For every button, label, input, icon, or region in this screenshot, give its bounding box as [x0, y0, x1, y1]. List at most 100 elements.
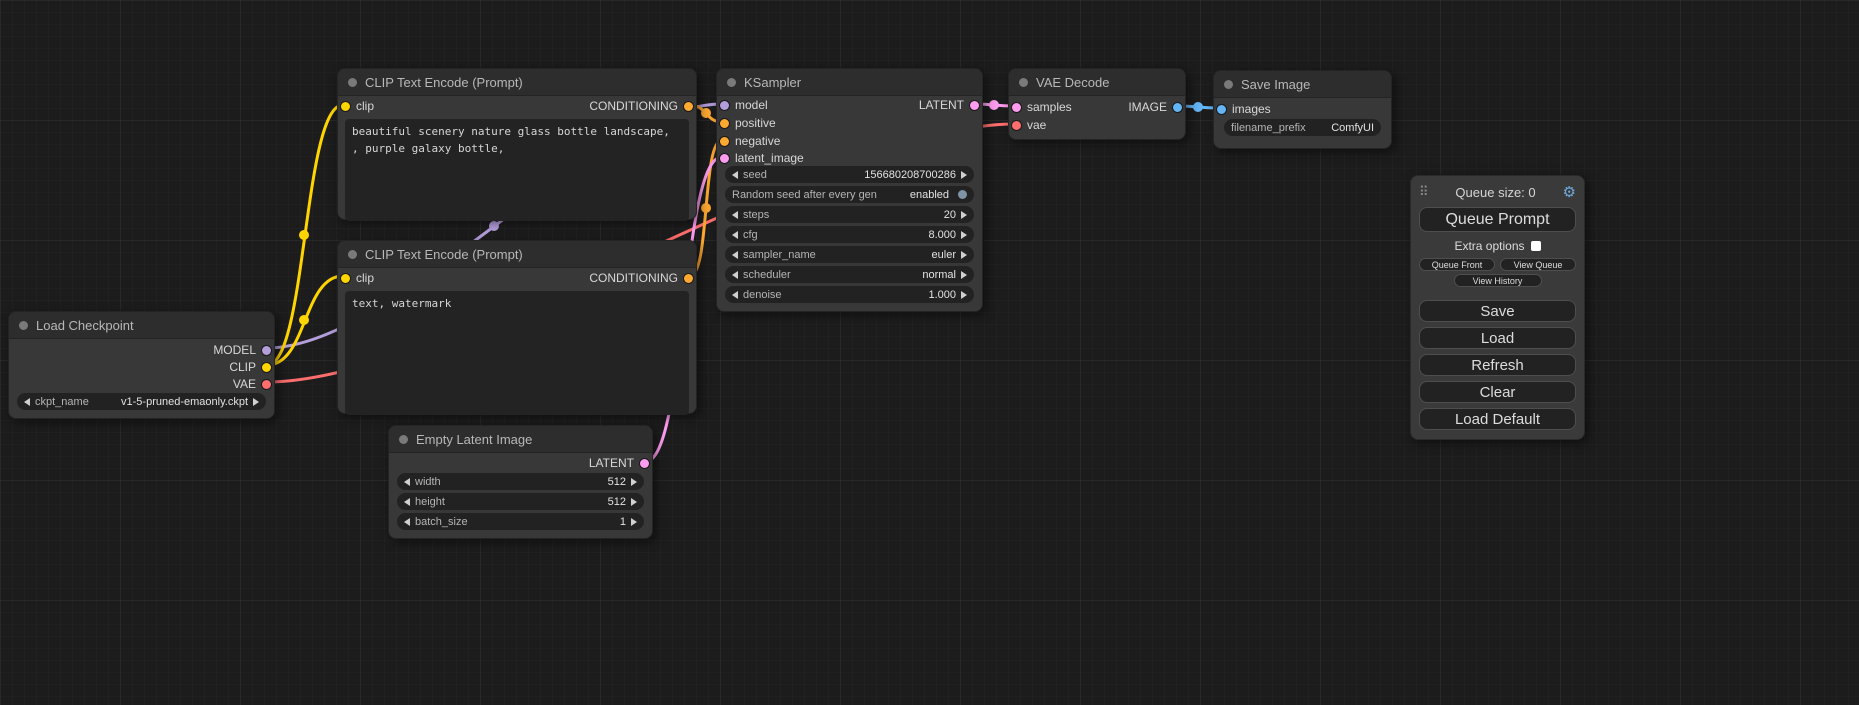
- next-arrow-icon[interactable]: [631, 498, 637, 506]
- clear-button[interactable]: Clear: [1419, 381, 1576, 403]
- output-slot-conditioning[interactable]: [684, 274, 693, 283]
- view-queue-button[interactable]: View Queue: [1500, 258, 1576, 271]
- node-empty-latent-image[interactable]: Empty Latent Image LATENT width 512 heig…: [388, 425, 653, 539]
- queue-prompt-button[interactable]: Queue Prompt: [1419, 207, 1576, 232]
- filename-prefix-widget[interactable]: filename_prefix ComfyUI: [1224, 119, 1381, 136]
- load-default-button[interactable]: Load Default: [1419, 408, 1576, 430]
- input-slot-clip[interactable]: [341, 102, 350, 111]
- node-title: KSampler: [744, 75, 801, 90]
- node-vae-decode[interactable]: VAE Decode samples IMAGE vae: [1008, 68, 1186, 140]
- node-title-bar[interactable]: CLIP Text Encode (Prompt): [338, 69, 696, 96]
- collapse-dot-icon[interactable]: [19, 321, 28, 330]
- node-title-bar[interactable]: VAE Decode: [1009, 69, 1185, 96]
- sampler-name-widget[interactable]: sampler_name euler: [725, 246, 974, 263]
- node-title-bar[interactable]: Save Image: [1214, 71, 1391, 98]
- collapse-dot-icon[interactable]: [727, 78, 736, 87]
- prev-arrow-icon[interactable]: [732, 291, 738, 299]
- prev-arrow-icon[interactable]: [732, 171, 738, 179]
- extra-options-label: Extra options: [1454, 239, 1524, 253]
- denoise-widget[interactable]: denoise 1.000: [725, 286, 974, 303]
- next-arrow-icon[interactable]: [631, 518, 637, 526]
- view-history-button[interactable]: View History: [1454, 274, 1542, 287]
- cfg-widget[interactable]: cfg 8.000: [725, 226, 974, 243]
- collapse-dot-icon[interactable]: [1019, 78, 1028, 87]
- batch-size-widget[interactable]: batch_size 1: [397, 513, 644, 530]
- next-arrow-icon[interactable]: [961, 291, 967, 299]
- height-widget[interactable]: height 512: [397, 493, 644, 510]
- refresh-button[interactable]: Refresh: [1419, 354, 1576, 376]
- prev-arrow-icon[interactable]: [24, 398, 30, 406]
- drag-handle-icon[interactable]: ⠿: [1419, 184, 1429, 200]
- scheduler-widget[interactable]: scheduler normal: [725, 266, 974, 283]
- output-label: LATENT: [919, 98, 964, 112]
- output-slot-vae[interactable]: [262, 380, 271, 389]
- next-arrow-icon[interactable]: [961, 171, 967, 179]
- prev-arrow-icon[interactable]: [404, 518, 410, 526]
- node-save-image[interactable]: Save Image images filename_prefix ComfyU…: [1213, 70, 1392, 149]
- extra-options-checkbox[interactable]: [1531, 241, 1541, 251]
- next-arrow-icon[interactable]: [961, 231, 967, 239]
- random-seed-toggle[interactable]: Random seed after every gen enabled: [725, 186, 974, 203]
- prev-arrow-icon[interactable]: [732, 211, 738, 219]
- collapse-dot-icon[interactable]: [348, 78, 357, 87]
- link-dot: [299, 315, 309, 325]
- widget-name: ckpt_name: [35, 396, 89, 408]
- output-label: CONDITIONING: [589, 271, 678, 285]
- input-slot-positive[interactable]: [720, 119, 729, 128]
- input-slot-latent-image[interactable]: [720, 154, 729, 163]
- output-slot-conditioning[interactable]: [684, 102, 693, 111]
- toggle-dot-icon[interactable]: [958, 190, 967, 199]
- load-button[interactable]: Load: [1419, 327, 1576, 349]
- input-label: clip: [356, 271, 374, 285]
- collapse-dot-icon[interactable]: [1224, 80, 1233, 89]
- node-clip-text-encode-negative[interactable]: CLIP Text Encode (Prompt) clip CONDITION…: [337, 240, 697, 414]
- input-slot-vae[interactable]: [1012, 121, 1021, 130]
- save-button[interactable]: Save: [1419, 300, 1576, 322]
- input-label: negative: [735, 134, 780, 148]
- steps-widget[interactable]: steps 20: [725, 206, 974, 223]
- settings-gear-icon[interactable]: ⚙: [1563, 183, 1576, 201]
- next-arrow-icon[interactable]: [631, 478, 637, 486]
- slot-row: clip CONDITIONING: [341, 270, 693, 286]
- prompt-textarea[interactable]: text, watermark: [345, 291, 689, 415]
- collapse-dot-icon[interactable]: [399, 435, 408, 444]
- input-slot-model[interactable]: [720, 101, 729, 110]
- node-clip-text-encode-positive[interactable]: CLIP Text Encode (Prompt) clip CONDITION…: [337, 68, 697, 220]
- prev-arrow-icon[interactable]: [732, 251, 738, 259]
- output-label: VAE: [233, 377, 256, 391]
- ckpt-name-widget[interactable]: ckpt_name v1-5-pruned-emaonly.ckpt: [17, 393, 266, 410]
- node-title-bar[interactable]: Load Checkpoint: [9, 312, 274, 339]
- prev-arrow-icon[interactable]: [732, 231, 738, 239]
- input-label: clip: [356, 99, 374, 113]
- next-arrow-icon[interactable]: [961, 251, 967, 259]
- widget-value: 1: [620, 516, 626, 528]
- output-slot-model[interactable]: [262, 346, 271, 355]
- slot-row: model LATENT: [720, 97, 979, 113]
- prompt-textarea[interactable]: beautiful scenery nature glass bottle la…: [345, 119, 689, 221]
- input-slot-images[interactable]: [1217, 105, 1226, 114]
- prev-arrow-icon[interactable]: [404, 498, 410, 506]
- output-slot-latent[interactable]: [970, 101, 979, 110]
- node-title-bar[interactable]: KSampler: [717, 69, 982, 96]
- next-arrow-icon[interactable]: [961, 271, 967, 279]
- input-slot-clip[interactable]: [341, 274, 350, 283]
- next-arrow-icon[interactable]: [961, 211, 967, 219]
- input-slot-negative[interactable]: [720, 137, 729, 146]
- node-title-bar[interactable]: CLIP Text Encode (Prompt): [338, 241, 696, 268]
- widget-name: batch_size: [415, 516, 468, 528]
- prev-arrow-icon[interactable]: [404, 478, 410, 486]
- queue-front-button[interactable]: Queue Front: [1419, 258, 1495, 271]
- output-slot-clip[interactable]: [262, 363, 271, 372]
- seed-widget[interactable]: seed 156680208700286: [725, 166, 974, 183]
- collapse-dot-icon[interactable]: [348, 250, 357, 259]
- output-slot-image[interactable]: [1173, 103, 1182, 112]
- output-slot-latent[interactable]: [640, 459, 649, 468]
- node-load-checkpoint[interactable]: Load Checkpoint MODEL CLIP VAE ckpt_name…: [8, 311, 275, 419]
- node-ksampler[interactable]: KSampler model LATENT positive negative …: [716, 68, 983, 312]
- node-title-bar[interactable]: Empty Latent Image: [389, 426, 652, 453]
- prev-arrow-icon[interactable]: [732, 271, 738, 279]
- next-arrow-icon[interactable]: [253, 398, 259, 406]
- width-widget[interactable]: width 512: [397, 473, 644, 490]
- slot-row: clip CONDITIONING: [341, 98, 693, 114]
- input-slot-samples[interactable]: [1012, 103, 1021, 112]
